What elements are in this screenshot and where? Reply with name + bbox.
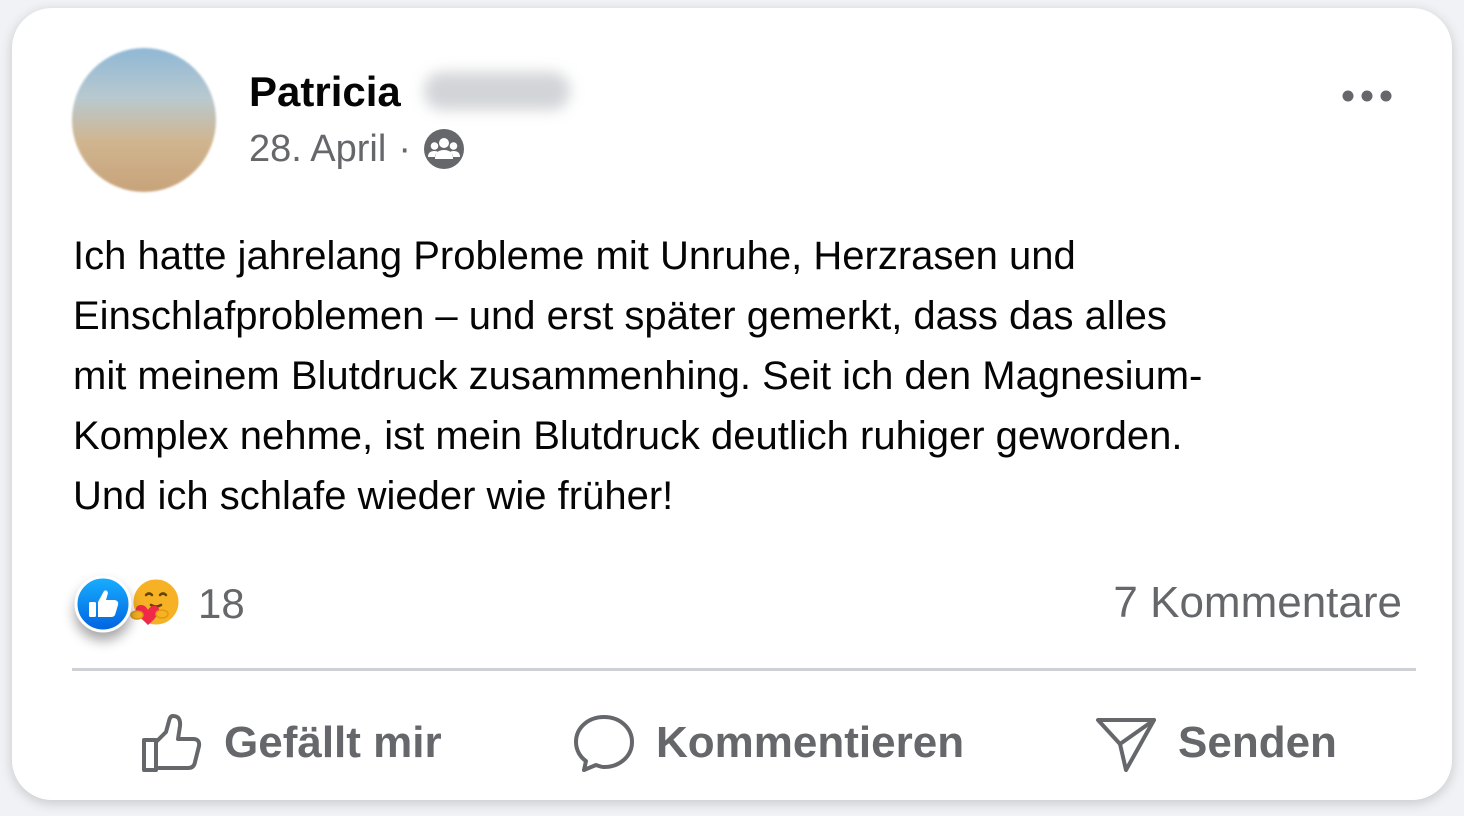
divider: [72, 668, 1416, 671]
post-text: Ich hatte jahrelang Probleme mit Unruhe,…: [73, 226, 1418, 526]
post-text-line: Und ich schlafe wieder wie früher!: [73, 474, 674, 518]
reaction-count[interactable]: 18: [198, 580, 245, 628]
post-date[interactable]: 28. April: [249, 128, 386, 171]
post-meta: 28. April ·: [249, 126, 465, 172]
send-button[interactable]: Senden: [1094, 708, 1337, 778]
care-reaction-icon: [130, 576, 182, 628]
thumbs-up-icon: [142, 714, 202, 772]
comments-count[interactable]: 7 Kommentare: [1113, 578, 1402, 628]
send-icon: [1096, 718, 1156, 772]
meta-separator: ·: [398, 127, 411, 170]
like-button-label: Gefällt mir: [224, 718, 442, 767]
post-text-line: Einschlafproblemen – und erst später gem…: [73, 294, 1167, 338]
comment-icon: [574, 715, 634, 772]
more-icon: [1342, 90, 1392, 102]
post-text-line: Komplex nehme, ist mein Blutdruck deutli…: [73, 414, 1183, 458]
post-text-line: Ich hatte jahrelang Probleme mit Unruhe,…: [73, 234, 1076, 278]
like-button[interactable]: Gefällt mir: [140, 708, 442, 778]
blurred-surname: [424, 72, 570, 110]
group-icon[interactable]: [423, 128, 465, 170]
reactions-summary[interactable]: 18: [74, 574, 245, 634]
author-name[interactable]: Patricia: [249, 68, 401, 116]
comment-button-label: Kommentieren: [656, 718, 965, 767]
post-card: Patricia 28. April · Ich hatte jahrelang…: [12, 8, 1452, 800]
avatar[interactable]: [72, 48, 216, 192]
comment-button[interactable]: Kommentieren: [572, 708, 964, 778]
like-reaction-icon: [74, 575, 132, 633]
send-button-label: Senden: [1178, 718, 1337, 767]
more-options-button[interactable]: [1334, 74, 1400, 118]
post-text-line: mit meinem Blutdruck zusammenhing. Seit …: [73, 354, 1203, 398]
